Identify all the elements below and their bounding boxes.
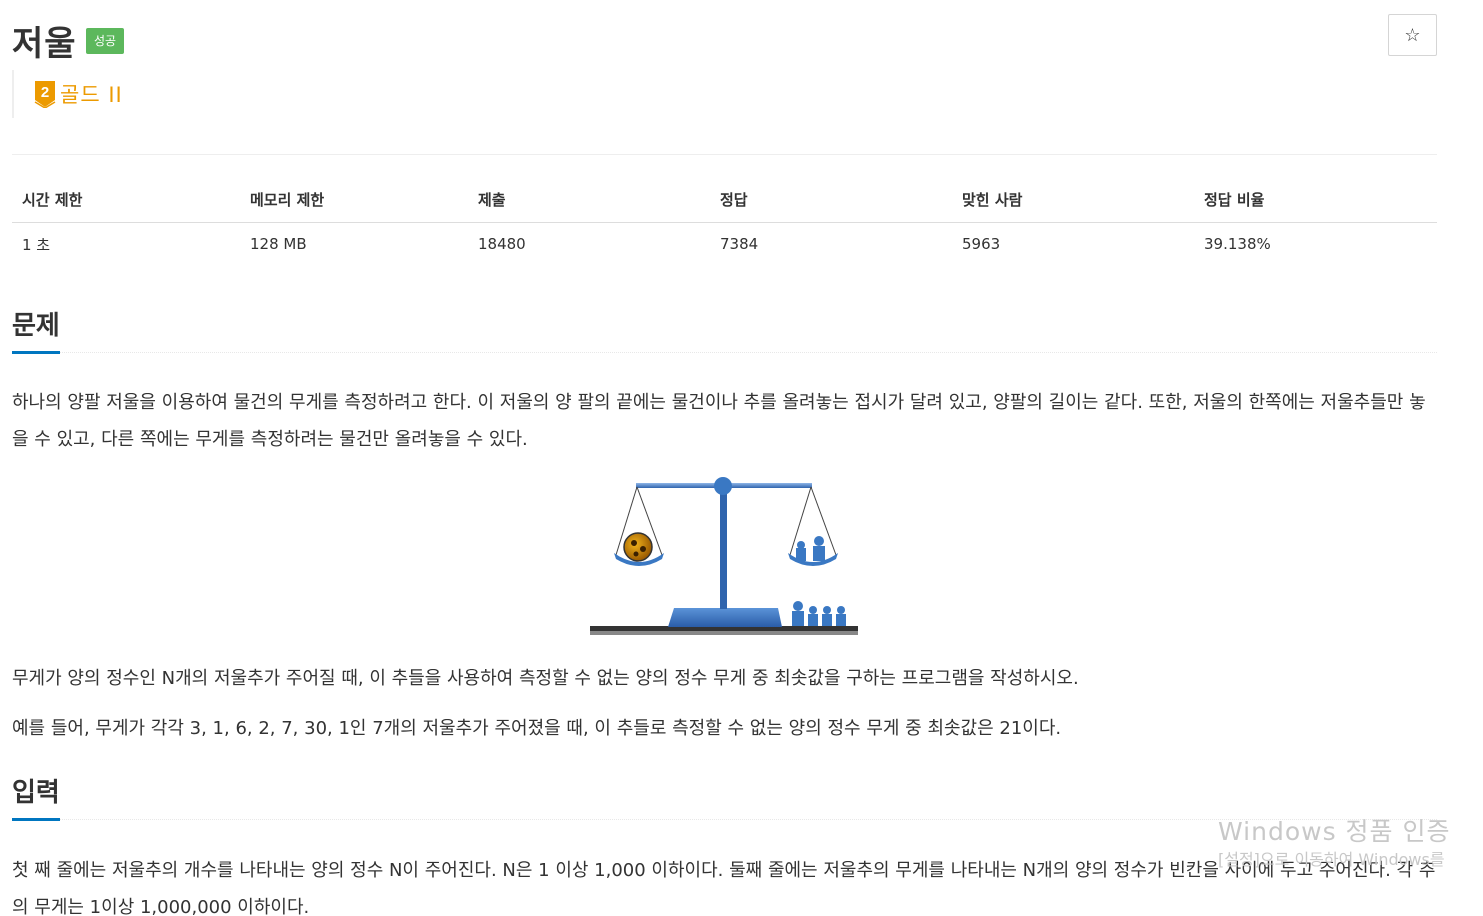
gold-tier-icon: 2 [34,81,56,108]
header-solved-users: 맞힌 사람 [952,178,1194,223]
tier-number: 2 [41,84,49,101]
header-memory-limit: 메모리 제한 [240,178,468,223]
star-button[interactable]: ☆ [1388,14,1437,56]
accepted-value: 7384 [720,235,759,254]
windows-activation-subtext: [설정]으로 이동하여 Windows를 [1218,850,1445,869]
tier-link[interactable]: 골드 II [60,79,123,109]
header-accept-ratio: 정답 비율 [1194,178,1437,223]
problem-description-p3: 예를 들어, 무게가 각각 3, 1, 6, 2, 7, 30, 1인 7개의 … [12,718,1062,739]
memory-limit-value: 128 MB [250,235,307,254]
problem-section-header: 문제 [12,311,1437,354]
balance-scale-image [590,477,858,635]
problem-section-title: 문제 [12,311,60,354]
input-section-title: 입력 [12,778,60,821]
header-submissions: 제출 [468,178,710,223]
header-divider [12,154,1437,155]
status-badge: 성공 [86,28,125,54]
star-icon: ☆ [1404,24,1421,45]
table-row: 1 초 128 MB 18480 7384 5963 39.138% [12,222,1437,266]
problem-header: 저울 성공 ☆ [12,14,1437,64]
submissions-value: 18480 [478,235,526,254]
page-title: 저울 [12,24,77,64]
table-header-row: 시간 제한 메모리 제한 제출 정답 맞힌 사람 정답 비율 [12,178,1437,223]
windows-activation-watermark: Windows 정품 인증 [1218,817,1451,846]
solved-users-value: 5963 [962,235,1001,254]
problem-description-p1: 하나의 양팔 저울을 이용하여 물건의 무게를 측정하려고 한다. 이 저울의 … [12,392,1426,450]
problem-info-table: 시간 제한 메모리 제한 제출 정답 맞힌 사람 정답 비율 1 초 128 M… [12,178,1437,266]
header-accepted: 정답 [710,178,952,223]
tier-info: 2 골드 II [12,70,123,118]
header-time-limit: 시간 제한 [12,178,240,223]
problem-description-p2: 무게가 양의 정수인 N개의 저울추가 주어질 때, 이 추들을 사용하여 측정… [12,668,1079,689]
time-limit-value: 1 초 [22,235,51,254]
accept-ratio-value: 39.138% [1204,235,1271,254]
